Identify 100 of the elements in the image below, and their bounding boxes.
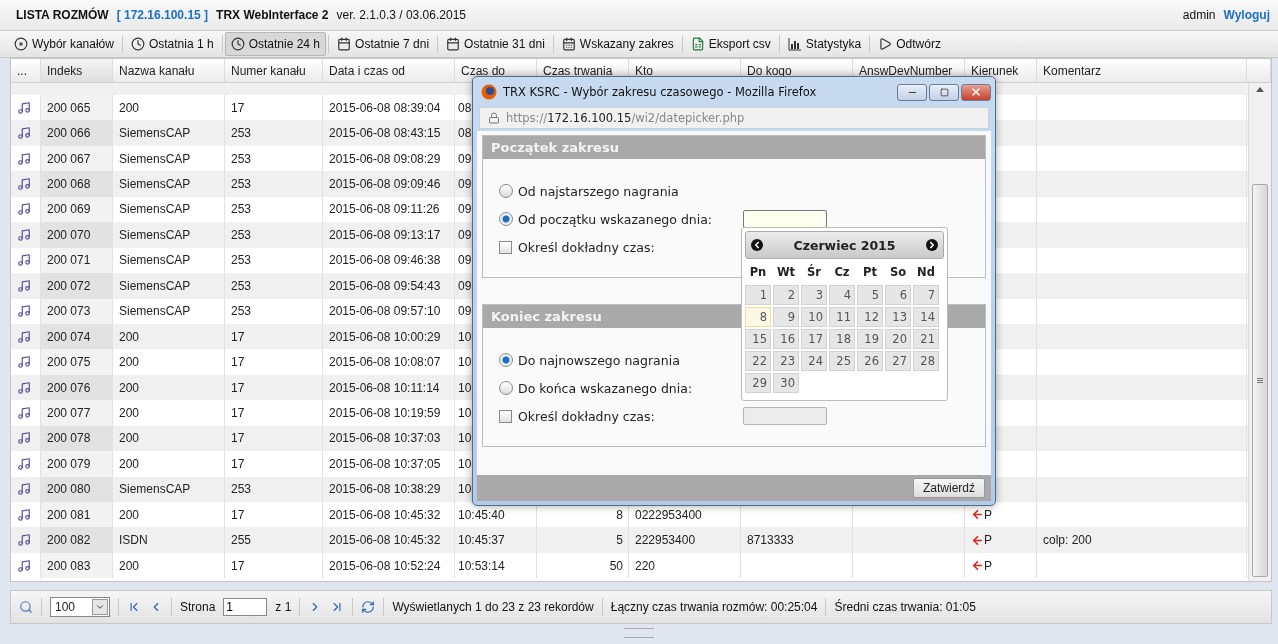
calendar-day[interactable]: 7 <box>913 285 939 305</box>
recording-icon[interactable] <box>17 329 31 344</box>
table-cell: 10 <box>458 431 472 446</box>
calendar-day[interactable]: 26 <box>857 351 883 371</box>
next-month-icon[interactable] <box>926 239 938 251</box>
calendar-day[interactable]: 15 <box>745 329 771 349</box>
calendar-day[interactable]: 6 <box>885 285 911 305</box>
logout-link[interactable]: Wyloguj <box>1223 8 1270 22</box>
table-cell: 200 083 <box>47 558 91 573</box>
weekday-label: Cz <box>833 264 851 281</box>
table-cell: 2015-06-08 10:37:03 <box>329 431 441 446</box>
calendar-day[interactable]: 8 <box>745 307 771 327</box>
scroll-up-icon[interactable] <box>1256 87 1264 92</box>
recording-icon[interactable] <box>17 456 31 471</box>
calendar-day[interactable]: 25 <box>829 351 855 371</box>
calendar-day[interactable]: 9 <box>773 307 799 327</box>
resize-grip[interactable] <box>624 628 654 638</box>
input-field[interactable] <box>743 210 827 228</box>
page-size-select[interactable]: 100 <box>50 597 110 617</box>
calendar-day[interactable]: 28 <box>913 351 939 371</box>
recording-icon[interactable] <box>17 558 31 573</box>
toolbar-button[interactable]: Ostatnia 1 h <box>124 32 220 56</box>
column-header[interactable]: Indeks <box>41 59 113 82</box>
calendar-icon <box>561 37 576 51</box>
calendar-day[interactable]: 14 <box>913 307 939 327</box>
table-cell: 2015-06-08 10:00:29 <box>329 329 441 344</box>
recording-icon[interactable] <box>17 253 31 268</box>
recording-icon[interactable] <box>17 202 31 217</box>
toolbar-button[interactable]: Wskazany zakres <box>555 32 680 56</box>
recording-icon[interactable] <box>17 278 31 293</box>
calendar-day[interactable]: 18 <box>829 329 855 349</box>
recording-icon[interactable] <box>17 151 31 166</box>
radio-button[interactable] <box>499 381 513 395</box>
recording-icon[interactable] <box>17 304 31 319</box>
table-cell: 2015-06-08 09:11:26 <box>329 202 440 217</box>
maximize-button[interactable] <box>929 83 959 101</box>
calendar-day[interactable]: 24 <box>801 351 827 371</box>
scrollbar[interactable] <box>1248 83 1271 581</box>
first-page-icon[interactable] <box>127 600 141 614</box>
recording-icon[interactable] <box>17 431 31 446</box>
radio-button[interactable] <box>499 184 513 198</box>
recording-icon[interactable] <box>17 507 31 522</box>
toolbar-button[interactable]: Eksport csv <box>684 32 777 56</box>
recording-icon[interactable] <box>17 380 31 395</box>
calendar-day[interactable]: 19 <box>857 329 883 349</box>
calendar-day[interactable]: 3 <box>801 285 827 305</box>
toolbar-button[interactable]: Wybór kanałów <box>8 32 120 56</box>
column-header[interactable]: Data i czas od <box>323 59 455 82</box>
calendar-day[interactable]: 1 <box>745 285 771 305</box>
toolbar-button[interactable]: Odtwórz <box>872 32 947 56</box>
calendar-day[interactable]: 21 <box>913 329 939 349</box>
calendar-day[interactable]: 13 <box>885 307 911 327</box>
column-header[interactable]: Komentarz <box>1037 59 1247 82</box>
calendar-day[interactable]: 23 <box>773 351 799 371</box>
page-input[interactable]: 1 <box>223 598 268 616</box>
recording-icon[interactable] <box>17 100 31 115</box>
calendar-day[interactable]: 16 <box>773 329 799 349</box>
table-cell: 2015-06-08 09:46:38 <box>329 253 441 268</box>
calendar-day[interactable]: 22 <box>745 351 771 371</box>
column-header[interactable]: Nazwa kanału <box>113 59 225 82</box>
weekday-label: So <box>888 264 908 281</box>
close-button[interactable] <box>961 83 991 101</box>
toolbar-button[interactable]: Ostatnie 24 h <box>224 32 327 56</box>
clock-icon <box>230 37 245 51</box>
search-icon[interactable] <box>19 600 33 614</box>
table-cell: 2015-06-08 09:13:17 <box>329 227 441 242</box>
column-header[interactable]: Numer kanału <box>225 59 323 82</box>
recording-icon[interactable] <box>17 126 31 141</box>
calendar-day[interactable]: 11 <box>829 307 855 327</box>
radio-button[interactable] <box>499 353 513 367</box>
toolbar-button[interactable]: Statystyka <box>781 32 868 56</box>
previous-month-icon[interactable] <box>751 239 763 251</box>
calendar-day[interactable]: 5 <box>857 285 883 305</box>
calendar-day[interactable]: 29 <box>745 373 771 393</box>
calendar-day[interactable]: 27 <box>885 351 911 371</box>
calendar-day[interactable]: 2 <box>773 285 799 305</box>
minimize-button[interactable] <box>897 83 927 101</box>
calendar-day[interactable]: 4 <box>829 285 855 305</box>
calendar-day[interactable]: 30 <box>773 373 799 393</box>
calendar-day[interactable]: 17 <box>801 329 827 349</box>
submit-button[interactable]: Zatwierdź <box>913 478 985 498</box>
recording-icon[interactable] <box>17 482 31 497</box>
recording-icon[interactable] <box>17 533 31 548</box>
refresh-icon[interactable] <box>361 600 376 614</box>
calendar-day[interactable]: 12 <box>857 307 883 327</box>
user-name: admin <box>1182 8 1216 22</box>
recording-icon[interactable] <box>17 177 31 192</box>
recording-icon[interactable] <box>17 405 31 420</box>
toolbar-button[interactable]: Ostatnie 31 dni <box>440 32 551 56</box>
radio-button[interactable] <box>499 212 513 226</box>
recording-icon[interactable] <box>17 227 31 242</box>
toolbar-button[interactable]: Ostatnie 7 dni <box>331 32 436 56</box>
calendar-day[interactable]: 10 <box>801 307 827 327</box>
disc-icon <box>14 37 28 51</box>
checkbox[interactable] <box>499 240 512 254</box>
scroll-thumb[interactable] <box>1252 184 1268 577</box>
calendar-day[interactable]: 20 <box>885 329 911 349</box>
recording-icon[interactable] <box>17 355 31 370</box>
address-bar[interactable]: https://172.16.100.15/wi2/datepicker.php <box>479 107 989 129</box>
checkbox[interactable] <box>499 409 512 423</box>
